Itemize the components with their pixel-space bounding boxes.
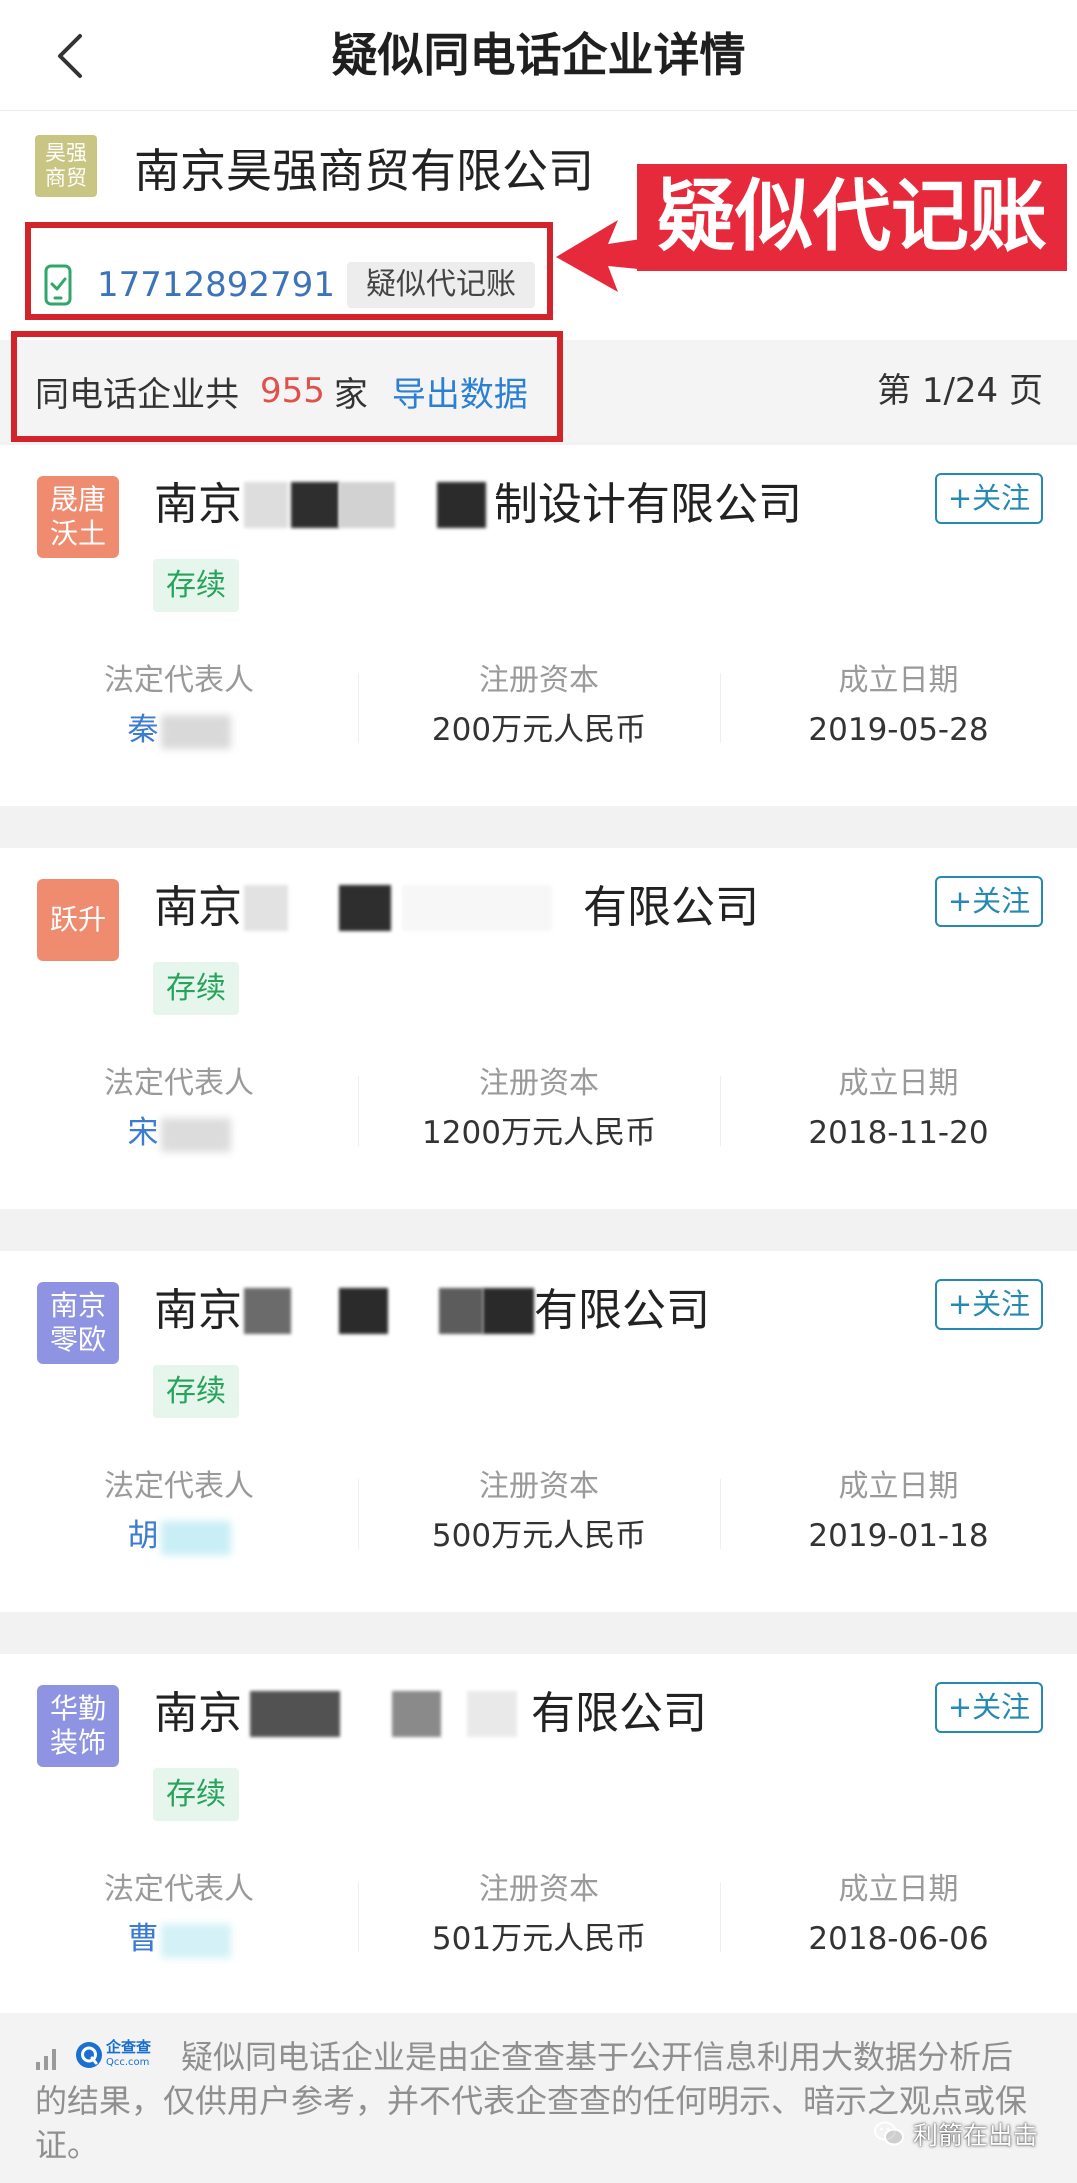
legal-rep-value[interactable]: 曹 — [0, 1919, 358, 1959]
legal-rep-column: 法定代表人 曹 — [0, 1654, 358, 2013]
company-card[interactable]: 跃升 南京 有限公司 +关注 存续 法定代表人 宋 注册资本 1200万元人民币… — [0, 848, 1077, 1209]
legal-rep-name: 曹 — [127, 1921, 159, 1957]
divider — [358, 1479, 359, 1549]
legal-rep-label: 法定代表人 — [104, 1066, 254, 1101]
divider — [720, 1479, 721, 1549]
capital-column: 注册资本 500万元人民币 — [358, 1251, 720, 1612]
legal-rep-label: 法定代表人 — [104, 663, 254, 698]
date-value: 2019-05-28 — [808, 712, 989, 748]
divider — [720, 1076, 721, 1146]
legal-rep-column: 法定代表人 胡 — [0, 1251, 358, 1612]
annotation-box-phone — [25, 222, 553, 320]
date-column: 成立日期 2019-05-28 — [720, 445, 1077, 806]
date-value: 2018-06-06 — [808, 1921, 989, 1957]
date-value: 2019-01-18 — [808, 1518, 989, 1554]
capital-value: 200万元人民币 — [431, 712, 647, 748]
divider — [358, 1882, 359, 1952]
legal-rep-column: 法定代表人 秦 — [0, 445, 358, 806]
company-card[interactable]: 晟唐 沃土 南京 制设计有限公司 +关注 存续 法定代表人 秦 注册资本 200… — [0, 445, 1077, 806]
date-column: 成立日期 2018-06-06 — [720, 1654, 1077, 2013]
divider — [720, 673, 721, 743]
blur-mask — [160, 714, 231, 749]
legal-rep-name: 胡 — [127, 1518, 159, 1554]
date-label: 成立日期 — [838, 1872, 959, 1907]
watermark: 利箭在出击 — [873, 2116, 1038, 2152]
qcc-brand-cn: 企查查 — [106, 2038, 152, 2056]
capital-label: 注册资本 — [479, 1872, 599, 1907]
capital-column: 注册资本 1200万元人民币 — [358, 848, 720, 1209]
logo-text: 昊强 — [45, 141, 87, 165]
company-card[interactable]: 华勤 装饰 南京 有限公司 +关注 存续 法定代表人 曹 注册资本 501万元人… — [0, 1654, 1077, 2013]
capital-column: 注册资本 501万元人民币 — [358, 1654, 720, 2013]
watermark-text: 利箭在出击 — [913, 2121, 1039, 2150]
blur-mask — [160, 1117, 231, 1152]
blur-mask — [160, 1923, 231, 1958]
qcc-logo-icon: 企查查 Qcc.com — [75, 2038, 171, 2072]
capital-label: 注册资本 — [479, 1469, 599, 1504]
legal-rep-value[interactable]: 宋 — [0, 1113, 358, 1153]
signal-bars-icon — [35, 2039, 61, 2070]
footer-disclaimer: 企查查 Qcc.com 疑似同电话企业是由企查查基于公开信息利用大数据分析后的结果，… — [0, 2013, 1077, 2183]
legal-rep-label: 法定代表人 — [104, 1872, 254, 1907]
page-indicator: 第 1/24 页 — [877, 371, 1043, 411]
date-label: 成立日期 — [838, 1066, 959, 1101]
divider — [358, 673, 359, 743]
annotation-box-summary — [11, 331, 563, 442]
blur-mask — [160, 1520, 231, 1555]
company-card[interactable]: 南京 零欧 南京 有限公司 +关注 存续 法定代表人 胡 注册资本 500万元人… — [0, 1251, 1077, 1612]
capital-value: 501万元人民币 — [431, 1921, 647, 1957]
divider — [720, 1882, 721, 1952]
legal-rep-value[interactable]: 胡 — [0, 1516, 358, 1556]
date-column: 成立日期 2018-11-20 — [720, 848, 1077, 1209]
capital-value: 1200万元人民币 — [422, 1115, 656, 1151]
capital-label: 注册资本 — [479, 1066, 599, 1101]
page-title: 疑似同电话企业详情 — [331, 28, 746, 82]
logo-text: 商贸 — [45, 166, 87, 190]
legal-rep-label: 法定代表人 — [104, 1469, 254, 1504]
date-value: 2018-11-20 — [808, 1115, 989, 1151]
capital-label: 注册资本 — [479, 663, 599, 698]
company-logo: 昊强 商贸 — [35, 135, 97, 197]
legal-rep-column: 法定代表人 宋 — [0, 848, 358, 1209]
arrow-left-icon — [556, 220, 648, 292]
date-column: 成立日期 2019-01-18 — [720, 1251, 1077, 1612]
divider — [358, 1076, 359, 1146]
capital-column: 注册资本 200万元人民币 — [358, 445, 720, 806]
legal-rep-value[interactable]: 秦 — [0, 710, 358, 750]
wechat-icon — [874, 2121, 904, 2146]
date-label: 成立日期 — [838, 663, 959, 698]
legal-rep-name: 秦 — [127, 712, 159, 748]
legal-rep-name: 宋 — [127, 1115, 159, 1151]
qcc-brand-en: Qcc.com — [106, 2057, 150, 2068]
capital-value: 500万元人民币 — [431, 1518, 647, 1554]
date-label: 成立日期 — [838, 1469, 959, 1504]
company-name: 南京昊强商贸有限公司 — [134, 144, 594, 198]
annotation-label: 疑似代记账 — [637, 164, 1067, 271]
